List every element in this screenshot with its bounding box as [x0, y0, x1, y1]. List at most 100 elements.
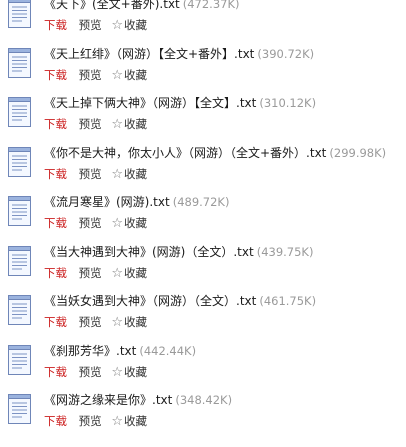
file-actions: 下载 预览 ☆收藏	[44, 266, 147, 281]
download-link[interactable]: 下载	[44, 18, 67, 32]
favorite-link[interactable]: ☆收藏	[111, 117, 147, 132]
preview-link[interactable]: 预览	[79, 315, 102, 329]
file-title: 《刹那芳华》.txt	[44, 343, 137, 358]
file-size: (299.98K)	[329, 145, 387, 160]
file-size: (390.72K)	[257, 46, 315, 61]
text-file-icon	[6, 0, 34, 30]
download-link[interactable]: 下载	[44, 167, 67, 181]
star-icon: ☆	[111, 364, 123, 380]
file-title: 《天下》(全文+番外).txt	[44, 0, 180, 11]
file-title-row: 《你不是大神，你太小人》（网游）（全文+番外）.txt (299.98K)	[44, 145, 386, 161]
star-icon: ☆	[111, 67, 123, 83]
favorite-link[interactable]: ☆收藏	[111, 315, 147, 330]
favorite-link[interactable]: ☆收藏	[111, 265, 147, 281]
file-title: 《流月寒星》(网游).txt	[44, 195, 170, 209]
file-title: 《你不是大神，你太小人》（网游）（全文+番外）.txt	[44, 145, 327, 160]
file-size: (472.37K)	[182, 0, 240, 11]
favorite-label: 收藏	[123, 265, 147, 280]
download-link[interactable]: 下载	[44, 414, 67, 428]
preview-link[interactable]: 预览	[79, 365, 102, 379]
favorite-label: 收藏	[123, 117, 147, 131]
favorite-link[interactable]: ☆收藏	[111, 414, 147, 429]
preview-link[interactable]: 预览	[79, 167, 102, 181]
file-size: (461.75K)	[259, 294, 317, 308]
download-link[interactable]: 下载	[44, 365, 67, 379]
preview-link[interactable]: 预览	[79, 117, 102, 131]
star-icon: ☆	[111, 414, 123, 429]
text-file-icon	[6, 244, 34, 278]
text-file-icon	[6, 95, 34, 129]
file-title-row: 《天下》(全文+番外).txt (472.37K)	[44, 0, 240, 12]
text-file-icon	[6, 293, 34, 327]
star-icon: ☆	[111, 315, 123, 330]
star-icon: ☆	[111, 117, 123, 132]
favorite-label: 收藏	[123, 166, 147, 181]
file-title-row: 《网游之缘来是你》.txt (348.42K)	[44, 392, 232, 408]
file-actions: 下载 预览 ☆收藏	[44, 414, 147, 429]
file-size: (442.44K)	[139, 343, 197, 358]
download-link[interactable]: 下载	[44, 68, 67, 82]
file-title-row: 《当妖女遇到大神》（网游）（全文）.txt (461.75K)	[44, 293, 316, 309]
file-title-row: 《刹那芳华》.txt (442.44K)	[44, 343, 196, 359]
favorite-link[interactable]: ☆收藏	[111, 18, 147, 33]
list-item: 《当妖女遇到大神》（网游）（全文）.txt (461.75K) 下载 预览 ☆收藏	[0, 287, 406, 337]
file-actions: 下载 预览 ☆收藏	[44, 167, 147, 182]
file-title: 《当大神遇到大神》(网游)（全文）.txt	[44, 244, 254, 259]
file-title: 《网游之缘来是你》.txt	[44, 393, 173, 407]
favorite-link[interactable]: ☆收藏	[111, 216, 147, 231]
favorite-label: 收藏	[123, 216, 147, 230]
list-item: 《网游之缘来是你》.txt (348.42K) 下载 预览 ☆收藏	[0, 386, 406, 436]
text-file-icon	[6, 343, 34, 377]
file-size: (348.42K)	[175, 393, 233, 407]
favorite-link[interactable]: ☆收藏	[111, 364, 147, 380]
file-size: (439.75K)	[256, 244, 314, 259]
file-title: 《当妖女遇到大神》（网游）（全文）.txt	[44, 294, 257, 308]
favorite-label: 收藏	[123, 67, 147, 82]
preview-link[interactable]: 预览	[79, 266, 102, 280]
favorite-label: 收藏	[123, 364, 147, 379]
file-size: (310.12K)	[259, 96, 317, 110]
file-title: 《天上红绯》（网游）【全文+番外】.txt	[44, 46, 255, 61]
file-list: 《天下》(全文+番外).txt (472.37K) 下载 预览 ☆收藏 《天上红绯…	[0, 0, 406, 436]
preview-link[interactable]: 预览	[79, 18, 102, 32]
file-actions: 下载 预览 ☆收藏	[44, 68, 147, 83]
download-link[interactable]: 下载	[44, 266, 67, 280]
file-actions: 下载 预览 ☆收藏	[44, 117, 147, 132]
text-file-icon	[6, 46, 34, 80]
list-item: 《你不是大神，你太小人》（网游）（全文+番外）.txt (299.98K) 下载 …	[0, 139, 406, 189]
list-item: 《刹那芳华》.txt (442.44K) 下载 预览 ☆收藏	[0, 337, 406, 387]
favorite-link[interactable]: ☆收藏	[111, 166, 147, 182]
preview-link[interactable]: 预览	[79, 414, 102, 428]
list-item: 《流月寒星》(网游).txt (489.72K) 下载 预览 ☆收藏	[0, 188, 406, 238]
star-icon: ☆	[111, 166, 123, 182]
star-icon: ☆	[111, 216, 123, 231]
favorite-label: 收藏	[123, 414, 147, 428]
file-size: (489.72K)	[172, 195, 230, 209]
favorite-label: 收藏	[123, 18, 147, 32]
file-title-row: 《天上掉下俩大神》（网游）【全文】.txt (310.12K)	[44, 95, 316, 111]
list-item: 《天上掉下俩大神》（网游）【全文】.txt (310.12K) 下载 预览 ☆收藏	[0, 89, 406, 139]
download-link[interactable]: 下载	[44, 216, 67, 230]
list-item: 《天下》(全文+番外).txt (472.37K) 下载 预览 ☆收藏	[0, 0, 406, 40]
preview-link[interactable]: 预览	[79, 216, 102, 230]
text-file-icon	[6, 392, 34, 426]
file-actions: 下载 预览 ☆收藏	[44, 18, 147, 33]
star-icon: ☆	[111, 265, 123, 281]
list-item: 《天上红绯》（网游）【全文+番外】.txt (390.72K) 下载 预览 ☆收藏	[0, 40, 406, 90]
file-actions: 下载 预览 ☆收藏	[44, 315, 147, 330]
list-item: 《当大神遇到大神》(网游)（全文）.txt (439.75K) 下载 预览 ☆收藏	[0, 238, 406, 288]
file-title: 《天上掉下俩大神》（网游）【全文】.txt	[44, 96, 257, 110]
file-title-row: 《流月寒星》(网游).txt (489.72K)	[44, 194, 229, 210]
file-title-row: 《当大神遇到大神》(网游)（全文）.txt (439.75K)	[44, 244, 313, 260]
download-link[interactable]: 下载	[44, 315, 67, 329]
favorite-link[interactable]: ☆收藏	[111, 67, 147, 83]
file-title-row: 《天上红绯》（网游）【全文+番外】.txt (390.72K)	[44, 46, 314, 62]
preview-link[interactable]: 预览	[79, 68, 102, 82]
text-file-icon	[6, 194, 34, 228]
favorite-label: 收藏	[123, 315, 147, 329]
text-file-icon	[6, 145, 34, 179]
download-link[interactable]: 下载	[44, 117, 67, 131]
star-icon: ☆	[111, 18, 123, 33]
file-actions: 下载 预览 ☆收藏	[44, 216, 147, 231]
file-actions: 下载 预览 ☆收藏	[44, 365, 147, 380]
